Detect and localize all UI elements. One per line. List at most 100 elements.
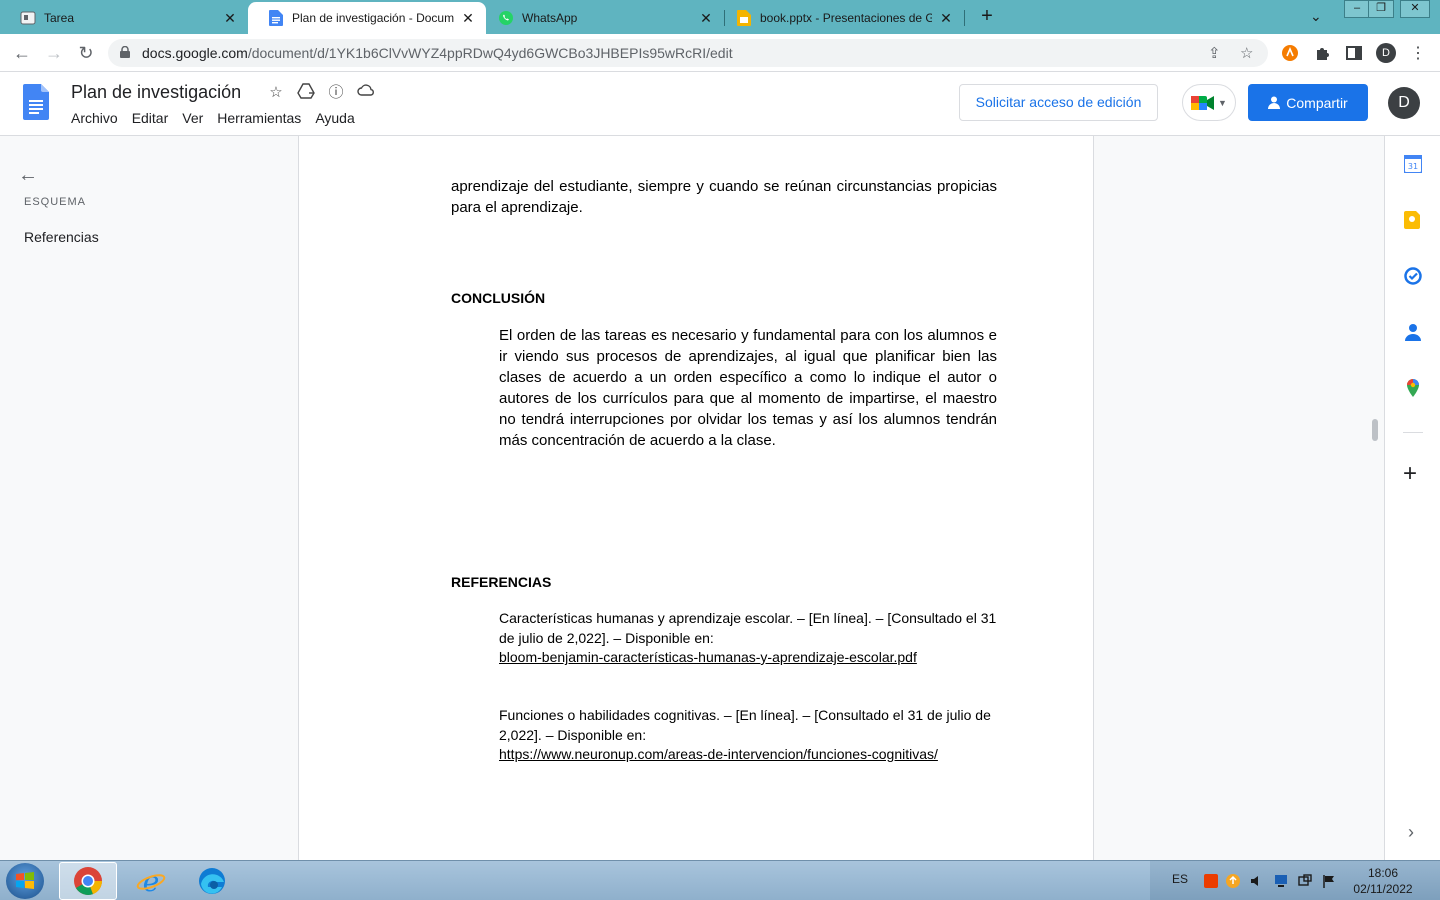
share-button[interactable]: Compartir [1248,84,1368,121]
document-page[interactable]: aprendizaje del estudiante, siempre y cu… [298,136,1094,860]
chevron-down-icon[interactable]: ⌄ [1310,8,1322,25]
conclusion-paragraph: El orden de las tareas es necesario y fu… [499,327,997,449]
menu-herramientas[interactable]: Herramientas [217,110,301,126]
docs-header: Plan de investigación ☆ ⓘ Archivo Editar… [0,72,1440,136]
add-addon-plus-icon[interactable]: + [1403,462,1417,486]
menu-archivo[interactable]: Archivo [71,110,118,126]
side-panel-icon[interactable] [1344,43,1364,63]
calendar-icon[interactable]: 31 [1404,155,1422,173]
reference-text: Funciones o habilidades cognitivas. – [E… [499,707,991,743]
url-path: /document/d/1YK1b6ClVvWYZ4ppRDwQ4yd6GWCB… [247,45,733,61]
start-button[interactable] [6,863,44,899]
taskbar-chrome[interactable] [59,862,117,900]
devices-tray-icon[interactable] [1298,874,1312,888]
close-icon[interactable]: ✕ [222,10,238,27]
tab-title: book.pptx - Presentaciones de Google [760,11,932,25]
outline-heading: ESQUEMA [24,196,87,208]
keep-icon[interactable] [1404,211,1422,229]
tab-plan-de-investigacion[interactable]: Plan de investigación - Documentos ✕ [248,2,486,34]
tab-title: Plan de investigación - Documentos [292,11,454,25]
chevron-right-icon[interactable]: › [1408,822,1414,843]
forward-button[interactable]: → [42,41,66,65]
windows-logo-icon [16,872,34,889]
url-host: docs.google.com [142,45,248,61]
account-avatar[interactable]: D [1388,87,1420,119]
minimize-button[interactable]: – [1344,0,1370,18]
edge-icon [199,868,225,894]
outline-item-referencias[interactable]: Referencias [24,229,99,245]
upload-tray-icon[interactable] [1226,874,1240,888]
whatsapp-icon [498,10,514,26]
reference-link[interactable]: https://www.neuronup.com/areas-de-interv… [499,745,999,765]
clock-time: 18:06 [1367,866,1399,880]
restore-button[interactable]: ❐ [1368,0,1394,18]
references-heading: REFERENCIAS [451,574,552,590]
meet-icon [1191,95,1215,110]
docs-menubar: Archivo Editar Ver Herramientas Ayuda [71,110,355,126]
extensions-puzzle-icon[interactable] [1312,43,1332,63]
bookmark-star-icon[interactable]: ☆ [1240,44,1253,62]
contacts-icon[interactable] [1404,323,1422,341]
network-tray-icon[interactable] [1274,874,1288,888]
move-to-drive-icon[interactable] [296,83,316,103]
person-lock-icon [1268,96,1281,109]
kebab-menu-icon[interactable]: ⋮ [1408,43,1428,63]
clock-date: 02/11/2022 [1353,882,1413,896]
chevron-down-icon: ▼ [1218,97,1227,108]
conclusion-heading: CONCLUSIÓN [451,290,546,306]
reference-item: Características humanas y aprendizaje es… [499,609,999,668]
profile-avatar[interactable]: D [1376,43,1396,63]
profile-initial: D [1376,43,1396,63]
tab-title: WhatsApp [522,11,578,25]
taskbar-edge[interactable] [183,862,241,900]
lock-icon [120,46,130,58]
menu-editar[interactable]: Editar [132,110,169,126]
office-tray-icon[interactable] [1204,874,1218,888]
svg-text:31: 31 [1408,162,1418,171]
taskbar-internet-explorer[interactable]: e [122,862,180,900]
tasks-icon[interactable] [1404,267,1422,285]
language-indicator[interactable]: ES [1172,872,1188,886]
tab-whatsapp[interactable]: WhatsApp ✕ [486,2,724,34]
reload-button[interactable]: ↻ [74,41,98,65]
meet-button[interactable]: ▼ [1182,84,1236,121]
action-center-flag-icon[interactable] [1322,874,1336,888]
svg-text:e: e [143,866,160,896]
tab-separator [964,10,965,26]
tab-tarea[interactable]: Tarea ✕ [0,2,248,34]
back-button[interactable]: ← [10,41,34,65]
close-window-button[interactable]: ✕ [1400,0,1430,18]
docs-icon [268,10,284,26]
docs-logo-icon[interactable] [23,84,49,120]
new-tab-button[interactable]: + [976,6,998,28]
tab-title: Tarea [44,11,75,25]
volume-icon[interactable] [1250,874,1264,888]
close-icon[interactable]: ✕ [938,10,954,27]
side-panel: 31 + › [1384,136,1440,860]
close-icon[interactable]: ✕ [460,10,476,27]
slides-icon [736,10,752,26]
maps-icon[interactable] [1404,379,1422,397]
chrome-icon [74,867,103,895]
info-icon[interactable]: ⓘ [326,83,346,103]
url-text: docs.google.com/document/d/1YK1b6ClVvWYZ… [142,45,733,61]
menu-ayuda[interactable]: Ayuda [315,110,354,126]
taskbar-clock[interactable]: 18:06 02/11/2022 [1346,865,1420,897]
vertical-scrollbar-thumb[interactable] [1372,419,1378,441]
star-icon[interactable]: ☆ [266,83,286,103]
document-title[interactable]: Plan de investigación [71,82,241,103]
address-bar[interactable]: docs.google.com/document/d/1YK1b6ClVvWYZ… [108,39,1268,67]
close-outline-arrow-icon[interactable]: ← [18,164,38,187]
cloud-status-icon[interactable] [356,83,376,103]
extension-icon[interactable] [1280,43,1300,63]
share-label: Compartir [1286,94,1348,111]
menu-ver[interactable]: Ver [182,110,203,126]
side-panel-divider [1403,432,1423,433]
reference-item: Funciones o habilidades cognitivas. – [E… [499,706,999,765]
close-icon[interactable]: ✕ [698,10,714,27]
document-canvas: aprendizaje del estudiante, siempre y cu… [298,136,1384,860]
reference-link[interactable]: bloom-benjamin-características-humanas-y… [499,648,999,668]
tab-book-pptx[interactable]: book.pptx - Presentaciones de Google ✕ [726,2,964,34]
request-edit-access-button[interactable]: Solicitar acceso de edición [959,84,1158,121]
share-page-icon[interactable]: ⇪ [1208,44,1221,62]
